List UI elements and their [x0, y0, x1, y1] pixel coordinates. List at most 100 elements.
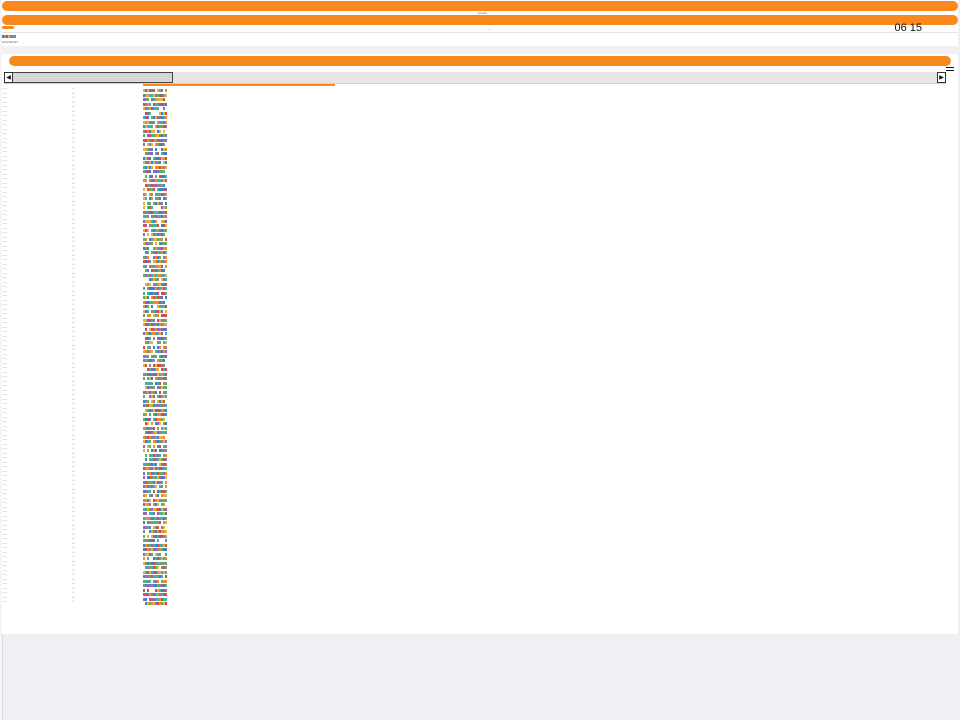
row-value: 00 — [72, 398, 75, 401]
row-label: seq — [3, 259, 7, 261]
row-value: 00 — [72, 151, 75, 153]
row-label: seq — [3, 142, 7, 144]
row-value: 00 — [72, 182, 75, 185]
row-label: seq — [3, 178, 7, 180]
row-value: 00 — [72, 479, 75, 482]
table-row[interactable]: seq 00 — [2, 601, 958, 606]
row-label: seq — [3, 515, 7, 518]
row-value: 00 — [72, 196, 75, 198]
row-label: seq — [3, 592, 7, 594]
row-label: seq — [3, 425, 7, 428]
row-label: seq — [3, 182, 7, 185]
row-value: 00 — [72, 524, 75, 527]
row-value: 00 — [72, 205, 75, 207]
row-label: seq — [3, 556, 7, 558]
row-label: seq — [3, 493, 7, 495]
row-value: 00 — [72, 551, 75, 554]
row-label: seq — [3, 443, 7, 446]
row-label: seq — [3, 583, 7, 585]
row-label: seq — [3, 367, 7, 369]
row-value: 00 — [72, 596, 75, 599]
row-label: seq — [3, 241, 7, 243]
row-value: 00 — [72, 385, 75, 387]
row-value: 00 — [72, 160, 75, 162]
hamburger-menu-icon[interactable] — [946, 67, 954, 73]
row-value: 00 — [72, 142, 75, 144]
menu-tab-button[interactable] — [2, 26, 14, 29]
row-label: seq — [3, 263, 7, 266]
row-value: 00 — [72, 299, 75, 302]
row-value: 00 — [72, 277, 75, 279]
row-label: seq — [3, 133, 7, 135]
row-label: seq — [3, 101, 7, 104]
row-label: seq — [3, 286, 7, 288]
row-label: seq — [3, 196, 7, 198]
row-label: seq — [3, 205, 7, 207]
row-value: 00 — [72, 475, 75, 477]
row-label: seq — [3, 295, 7, 297]
row-value: 00 — [72, 511, 75, 513]
row-label: seq — [3, 434, 7, 437]
row-value: 00 — [72, 488, 75, 491]
row-value: 00 — [72, 569, 75, 572]
row-value: 00 — [72, 533, 75, 536]
row-value: 00 — [72, 538, 75, 540]
row-label: seq — [3, 502, 7, 504]
row-label: seq — [3, 88, 7, 90]
row-label: seq — [3, 533, 7, 536]
row-label: seq — [3, 97, 7, 99]
page-subtitle: — — [488, 27, 492, 31]
row-value: 00 — [72, 425, 75, 428]
row-value: 00 — [72, 394, 75, 396]
scroll-right-arrow-icon[interactable]: ▶ — [937, 72, 946, 83]
row-label: seq — [3, 430, 7, 432]
row-label: seq — [3, 407, 7, 410]
row-value: 00 — [72, 164, 75, 167]
row-value: 00 — [72, 430, 75, 432]
row-value: 00 — [72, 250, 75, 252]
row-label: seq — [3, 520, 7, 522]
row-label: seq — [3, 470, 7, 473]
row-label: seq — [3, 457, 7, 459]
row-label: seq — [3, 376, 7, 378]
row-label: seq — [3, 466, 7, 468]
scroll-left-arrow-icon[interactable]: ◀ — [4, 72, 13, 83]
row-label: seq — [3, 317, 7, 320]
footer-text: · · · · · — [462, 634, 471, 638]
row-label: seq — [3, 385, 7, 387]
row-label: seq — [3, 128, 7, 131]
row-value: 00 — [72, 331, 75, 333]
row-value: 00 — [72, 515, 75, 518]
row-value: 00 — [72, 209, 75, 212]
row-value: 00 — [72, 416, 75, 419]
loading-progress-bar — [143, 84, 335, 86]
row-value: 00 — [72, 457, 75, 459]
row-label: seq — [3, 92, 7, 95]
sequence-residues — [143, 602, 167, 605]
row-value: 00 — [72, 245, 75, 248]
row-label: seq — [3, 335, 7, 338]
row-value: 00 — [72, 412, 75, 414]
horizontal-scrollbar[interactable]: ◀ ▶ — [4, 72, 946, 84]
row-label: seq — [3, 313, 7, 315]
row-label: seq — [3, 232, 7, 234]
row-value: 00 — [72, 128, 75, 131]
row-label: seq — [3, 227, 7, 230]
row-label: seq — [3, 524, 7, 527]
row-label: seq — [3, 304, 7, 306]
row-label: seq — [3, 484, 7, 486]
row-label: seq — [3, 155, 7, 158]
secondary-header-bar — [2, 15, 958, 25]
sequence-alignment-table: seq 00 seq 00 seq 00 seq 00 seq 00 seq 00 seq 00 seq 00… — [2, 88, 958, 606]
row-value: 00 — [72, 542, 75, 545]
row-value: 00 — [72, 493, 75, 495]
row-label: seq — [3, 344, 7, 347]
row-value: 00 — [72, 565, 75, 567]
scroll-thumb[interactable] — [13, 72, 173, 83]
header-divider — [2, 32, 958, 33]
row-label: seq — [3, 529, 7, 531]
row-label: seq — [3, 245, 7, 248]
row-label: seq — [3, 574, 7, 576]
row-value: 00 — [72, 389, 75, 392]
color-legend — [2, 35, 16, 38]
